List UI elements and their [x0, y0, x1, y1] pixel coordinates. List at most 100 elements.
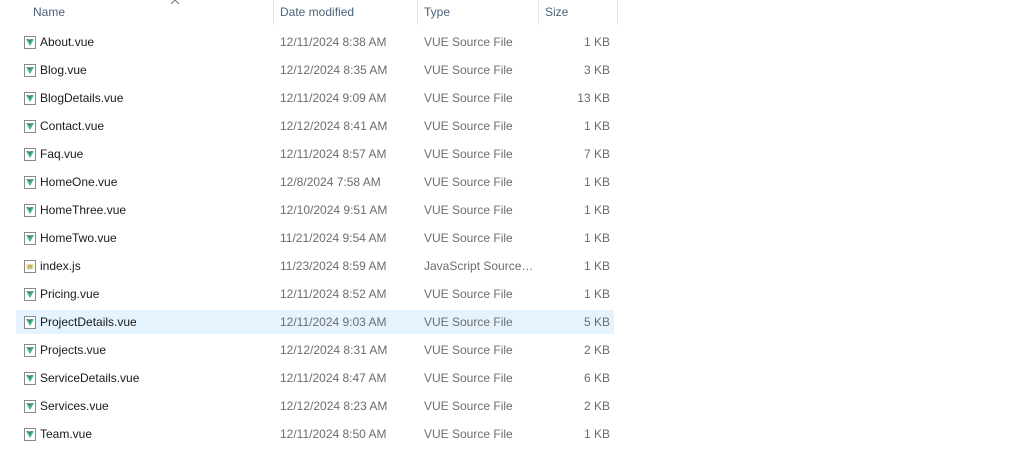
- column-name-label: Name: [33, 5, 66, 19]
- vue-file-icon: [24, 64, 36, 77]
- column-header-type[interactable]: Type: [417, 0, 539, 25]
- vue-file-icon: [24, 120, 36, 133]
- vue-file-icon: [24, 372, 36, 385]
- file-date-modified: 12/12/2024 8:41 AM: [280, 119, 388, 133]
- file-type: VUE Source File: [424, 427, 513, 441]
- file-type: VUE Source File: [424, 91, 513, 105]
- file-date-modified: 12/11/2024 8:50 AM: [280, 427, 387, 441]
- file-date-modified: 12/10/2024 9:51 AM: [280, 203, 388, 217]
- file-date-modified: 12/12/2024 8:31 AM: [280, 343, 388, 357]
- file-name: Contact.vue: [40, 119, 105, 133]
- file-type: VUE Source File: [424, 343, 513, 357]
- column-header-size[interactable]: Size: [538, 0, 618, 25]
- file-type: VUE Source File: [424, 399, 513, 413]
- column-header-date[interactable]: Date modified: [273, 0, 418, 25]
- file-row[interactable]: About.vue 12/11/2024 8:38 AM VUE Source Fi…: [16, 30, 614, 54]
- file-row[interactable]: Faq.vue 12/11/2024 8:57 AM VUE Source File…: [16, 142, 614, 166]
- file-size: 6 KB: [583, 371, 610, 385]
- vue-file-icon: [24, 232, 36, 245]
- file-date-modified: 12/12/2024 8:23 AM: [280, 399, 388, 413]
- file-type: VUE Source File: [424, 287, 513, 301]
- file-name: HomeThree.vue: [40, 203, 127, 217]
- column-date-label: Date modified: [280, 5, 355, 19]
- file-row[interactable]: HomeOne.vue 12/8/2024 7:58 AM VUE Source F…: [16, 170, 614, 194]
- sort-ascending-icon: [170, 0, 180, 5]
- file-name: HomeTwo.vue: [40, 231, 117, 245]
- js-file-icon: JS: [24, 260, 36, 273]
- file-name: BlogDetails.vue: [40, 91, 124, 105]
- file-size: 5 KB: [583, 315, 610, 329]
- vue-file-icon: [24, 176, 36, 189]
- file-type: VUE Source File: [424, 175, 513, 189]
- vue-file-icon: [24, 344, 36, 357]
- file-row[interactable]: ServiceDetails.vue 12/11/2024 8:47 AM VUE …: [16, 366, 614, 390]
- file-type: JavaScript Source ...: [424, 259, 534, 273]
- file-size: 3 KB: [583, 63, 610, 77]
- file-type: VUE Source File: [424, 147, 513, 161]
- file-name: Team.vue: [40, 427, 93, 441]
- file-size: 1 KB: [583, 259, 610, 273]
- file-type: VUE Source File: [424, 315, 513, 329]
- file-row[interactable]: Contact.vue 12/12/2024 8:41 AM VUE Source …: [16, 114, 614, 138]
- file-date-modified: 12/11/2024 8:38 AM: [280, 35, 387, 49]
- file-size: 2 KB: [583, 343, 610, 357]
- file-type: VUE Source File: [424, 371, 513, 385]
- column-size-label: Size: [545, 5, 569, 19]
- file-name: Projects.vue: [40, 343, 107, 357]
- vue-file-icon: [24, 400, 36, 413]
- file-row[interactable]: Services.vue 12/12/2024 8:23 AM VUE Source…: [16, 394, 614, 418]
- file-date-modified: 11/23/2024 8:59 AM: [280, 259, 387, 273]
- file-size: 1 KB: [583, 119, 610, 133]
- file-size: 1 KB: [583, 175, 610, 189]
- file-row[interactable]: Blog.vue 12/12/2024 8:35 AM VUE Source Fil…: [16, 58, 614, 82]
- file-date-modified: 11/21/2024 9:54 AM: [280, 231, 387, 245]
- file-size: 1 KB: [583, 203, 610, 217]
- file-date-modified: 12/11/2024 8:47 AM: [280, 371, 387, 385]
- file-row[interactable]: JS index.js 11/23/2024 8:59 AM JavaScript S…: [16, 254, 614, 278]
- column-header: Name Date modified Type Size: [0, 0, 618, 25]
- file-row[interactable]: Pricing.vue 12/11/2024 8:52 AM VUE Source …: [16, 282, 614, 306]
- file-row[interactable]: BlogDetails.vue 12/11/2024 9:09 AM VUE Sou…: [16, 86, 614, 110]
- file-size: 13 KB: [577, 91, 610, 105]
- file-name: Pricing.vue: [40, 287, 100, 301]
- vue-file-icon: [24, 428, 36, 441]
- file-size: 1 KB: [583, 35, 610, 49]
- file-type: VUE Source File: [424, 119, 513, 133]
- file-size: 2 KB: [583, 399, 610, 413]
- file-size: 1 KB: [583, 287, 610, 301]
- file-name: Services.vue: [40, 399, 109, 413]
- file-row[interactable]: Projects.vue 12/12/2024 8:31 AM VUE Source…: [16, 338, 614, 362]
- file-size: 1 KB: [583, 427, 610, 441]
- file-type: VUE Source File: [424, 203, 513, 217]
- column-type-label: Type: [424, 5, 451, 19]
- file-date-modified: 12/11/2024 9:09 AM: [280, 91, 387, 105]
- file-date-modified: 12/11/2024 8:52 AM: [280, 287, 387, 301]
- file-type: VUE Source File: [424, 231, 513, 245]
- file-name: index.js: [40, 259, 81, 273]
- file-type: VUE Source File: [424, 35, 513, 49]
- file-row[interactable]: HomeThree.vue 12/10/2024 9:51 AM VUE Sourc…: [16, 198, 614, 222]
- file-date-modified: 12/8/2024 7:58 AM: [280, 175, 381, 189]
- file-size: 1 KB: [583, 231, 610, 245]
- file-row[interactable]: Team.vue 12/11/2024 8:50 AM VUE Source Fil…: [16, 422, 614, 446]
- file-size: 7 KB: [583, 147, 610, 161]
- file-name: ProjectDetails.vue: [40, 315, 137, 329]
- svg-text:JS: JS: [27, 264, 32, 269]
- vue-file-icon: [24, 316, 36, 329]
- file-type: VUE Source File: [424, 63, 513, 77]
- file-name: ServiceDetails.vue: [40, 371, 140, 385]
- file-name: About.vue: [40, 35, 95, 49]
- file-date-modified: 12/11/2024 9:03 AM: [280, 315, 387, 329]
- vue-file-icon: [24, 148, 36, 161]
- file-name: HomeOne.vue: [40, 175, 118, 189]
- file-name: Blog.vue: [40, 63, 87, 77]
- column-header-name[interactable]: Name: [26, 0, 274, 25]
- vue-file-icon: [24, 288, 36, 301]
- file-name: Faq.vue: [40, 147, 84, 161]
- file-date-modified: 12/11/2024 8:57 AM: [280, 147, 387, 161]
- file-row[interactable]: ProjectDetails.vue 12/11/2024 9:03 AM VUE …: [16, 310, 614, 334]
- vue-file-icon: [24, 92, 36, 105]
- file-row[interactable]: HomeTwo.vue 11/21/2024 9:54 AM VUE Source …: [16, 226, 614, 250]
- vue-file-icon: [24, 204, 36, 217]
- file-date-modified: 12/12/2024 8:35 AM: [280, 63, 388, 77]
